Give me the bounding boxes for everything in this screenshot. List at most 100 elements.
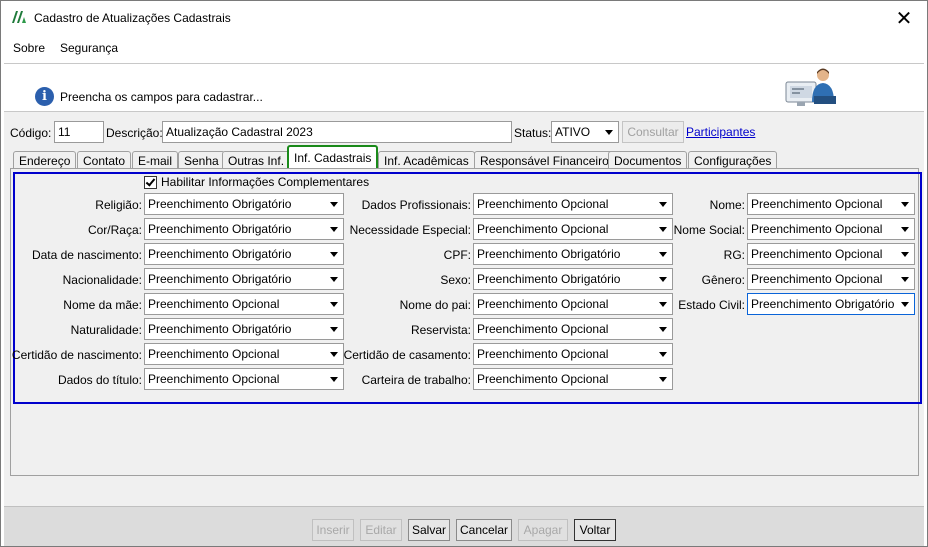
cpf-label: CPF:	[443, 248, 471, 262]
necessidade-especial-select[interactable]: Preenchimento Opcional	[473, 218, 673, 240]
nome-social-value: Preenchimento Opcional	[751, 222, 883, 236]
close-icon[interactable]: ✕	[881, 1, 927, 35]
nome-value: Preenchimento Opcional	[751, 197, 883, 211]
status-select[interactable]: ATIVO	[551, 121, 619, 143]
data-nascimento-select[interactable]: Preenchimento Obrigatório	[144, 243, 344, 265]
nome-select[interactable]: Preenchimento Opcional	[747, 193, 915, 215]
tab-inf-cadastrais[interactable]: Inf. Cadastrais	[287, 145, 379, 170]
tab-email[interactable]: E-mail	[132, 151, 179, 169]
chevron-down-icon	[901, 202, 909, 207]
salvar-button[interactable]: Salvar	[408, 519, 450, 541]
necessidade-especial-value: Preenchimento Opcional	[477, 222, 609, 236]
chevron-down-icon	[659, 202, 667, 207]
inserir-button[interactable]: Inserir	[312, 519, 354, 541]
main-content: i Preencha os campos para cadastrar... C…	[4, 63, 924, 546]
data-nascimento-label: Data de nascimento:	[31, 248, 142, 262]
estado-civil-value: Preenchimento Obrigatório	[751, 297, 895, 311]
carteira-trabalho-label: Carteira de trabalho:	[361, 373, 471, 387]
info-banner: i Preencha os campos para cadastrar...	[4, 64, 924, 112]
certidao-casamento-value: Preenchimento Opcional	[477, 347, 609, 361]
info-icon: i	[35, 87, 54, 106]
menu-sobre[interactable]: Sobre	[13, 41, 45, 55]
apagar-button[interactable]: Apagar	[518, 519, 568, 541]
certidao-nascimento-value: Preenchimento Opcional	[148, 347, 280, 361]
habilitar-label: Habilitar Informações Complementares	[161, 175, 370, 189]
participantes-link[interactable]: Participantes	[686, 125, 755, 139]
chevron-down-icon	[901, 252, 909, 257]
cpf-select[interactable]: Preenchimento Obrigatório	[473, 243, 673, 265]
title-bar: Cadastro de Atualizações Cadastrais ✕	[1, 1, 927, 35]
chevron-down-icon	[659, 252, 667, 257]
religiao-label: Religião:	[95, 198, 142, 212]
religiao-select[interactable]: Preenchimento Obrigatório	[144, 193, 344, 215]
sexo-label: Sexo:	[440, 273, 471, 287]
naturalidade-select[interactable]: Preenchimento Obrigatório	[144, 318, 344, 340]
dados-titulo-select[interactable]: Preenchimento Opcional	[144, 368, 344, 390]
nacionalidade-select[interactable]: Preenchimento Obrigatório	[144, 268, 344, 290]
reservista-select[interactable]: Preenchimento Opcional	[473, 318, 673, 340]
chevron-down-icon	[659, 302, 667, 307]
certidao-nascimento-select[interactable]: Preenchimento Opcional	[144, 343, 344, 365]
chevron-down-icon	[330, 227, 338, 232]
cor-raca-value: Preenchimento Obrigatório	[148, 222, 292, 236]
chevron-down-icon	[330, 252, 338, 257]
tab-inf-academicas[interactable]: Inf. Acadêmicas	[378, 151, 475, 169]
cancelar-button[interactable]: Cancelar	[456, 519, 512, 541]
data-nascimento-value: Preenchimento Obrigatório	[148, 247, 292, 261]
chevron-down-icon	[330, 327, 338, 332]
cpf-value: Preenchimento Obrigatório	[477, 247, 621, 261]
sexo-select[interactable]: Preenchimento Obrigatório	[473, 268, 673, 290]
tab-senha[interactable]: Senha	[178, 151, 225, 169]
menu-bar: Sobre Segurança	[1, 35, 927, 61]
carteira-trabalho-select[interactable]: Preenchimento Opcional	[473, 368, 673, 390]
tab-documentos[interactable]: Documentos	[608, 151, 688, 169]
rg-select[interactable]: Preenchimento Opcional	[747, 243, 915, 265]
voltar-button[interactable]: Voltar	[574, 519, 616, 541]
chevron-down-icon	[659, 277, 667, 282]
tab-outras-inf[interactable]: Outras Inf.	[222, 151, 291, 169]
menu-seguranca[interactable]: Segurança	[60, 41, 118, 55]
rg-value: Preenchimento Opcional	[751, 247, 883, 261]
genero-label: Gênero:	[701, 273, 745, 287]
nome-label: Nome:	[709, 198, 745, 212]
sexo-value: Preenchimento Obrigatório	[477, 272, 621, 286]
dados-titulo-label: Dados do título:	[57, 373, 142, 387]
editar-button[interactable]: Editar	[360, 519, 402, 541]
estado-civil-select[interactable]: Preenchimento Obrigatório	[747, 293, 915, 315]
tab-configuracoes[interactable]: Configurações	[688, 151, 778, 169]
genero-select[interactable]: Preenchimento Opcional	[747, 268, 915, 290]
tab-responsavel-financeiro[interactable]: Responsável Financeiro	[474, 151, 615, 169]
nome-mae-select[interactable]: Preenchimento Opcional	[144, 293, 344, 315]
genero-value: Preenchimento Opcional	[751, 272, 883, 286]
check-icon	[145, 176, 156, 187]
descricao-input[interactable]: Atualização Cadastral 2023	[162, 121, 512, 143]
chevron-down-icon	[659, 327, 667, 332]
nome-social-select[interactable]: Preenchimento Opcional	[747, 218, 915, 240]
certidao-casamento-label: Certidão de casamento:	[343, 348, 471, 362]
chevron-down-icon	[605, 130, 613, 135]
status-value: ATIVO	[555, 125, 591, 139]
religiao-value: Preenchimento Obrigatório	[148, 197, 292, 211]
chevron-down-icon	[330, 277, 338, 282]
tab-contato[interactable]: Contato	[77, 151, 132, 169]
nome-mae-label: Nome da mãe:	[63, 298, 142, 312]
chevron-down-icon	[330, 377, 338, 382]
dados-profissionais-label: Dados Profissionais:	[361, 198, 471, 212]
codigo-input[interactable]: 11	[54, 121, 104, 143]
chevron-down-icon	[901, 227, 909, 232]
certidao-nascimento-label: Certidão de nascimento:	[11, 348, 142, 362]
cor-raca-select[interactable]: Preenchimento Obrigatório	[144, 218, 344, 240]
chevron-down-icon	[330, 352, 338, 357]
certidao-casamento-select[interactable]: Preenchimento Opcional	[473, 343, 673, 365]
consultar-button[interactable]: Consultar	[622, 121, 684, 143]
app-logo-icon	[12, 11, 26, 23]
necessidade-especial-label: Necessidade Especial:	[349, 223, 471, 237]
habilitar-checkbox[interactable]	[144, 176, 157, 189]
codigo-label: Código:	[10, 126, 52, 140]
dados-profissionais-select[interactable]: Preenchimento Opcional	[473, 193, 673, 215]
nome-pai-select[interactable]: Preenchimento Opcional	[473, 293, 673, 315]
reservista-label: Reservista:	[410, 323, 471, 337]
window-title: Cadastro de Atualizações Cadastrais	[34, 11, 231, 25]
dados-profissionais-value: Preenchimento Opcional	[477, 197, 609, 211]
tab-endereco[interactable]: Endereço	[13, 151, 77, 169]
